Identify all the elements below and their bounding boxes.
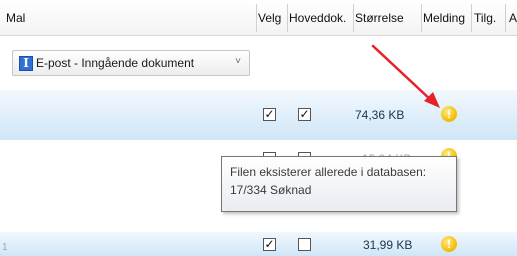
- annotation-arrow: [371, 44, 440, 108]
